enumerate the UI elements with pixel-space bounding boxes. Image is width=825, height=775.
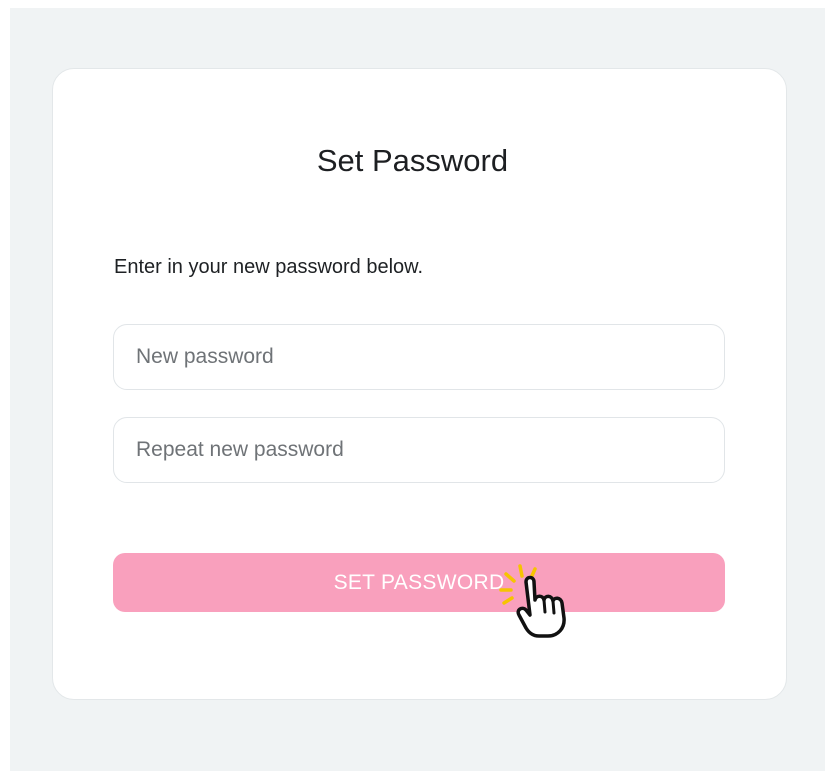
new-password-input[interactable] <box>113 324 725 390</box>
set-password-button[interactable]: SET PASSWORD <box>113 553 725 612</box>
page-title: Set Password <box>316 143 509 178</box>
instruction-text: Enter in your new password below. <box>114 256 424 278</box>
hand-pointer-click-icon <box>499 564 566 638</box>
repeat-password-input[interactable] <box>113 417 725 483</box>
